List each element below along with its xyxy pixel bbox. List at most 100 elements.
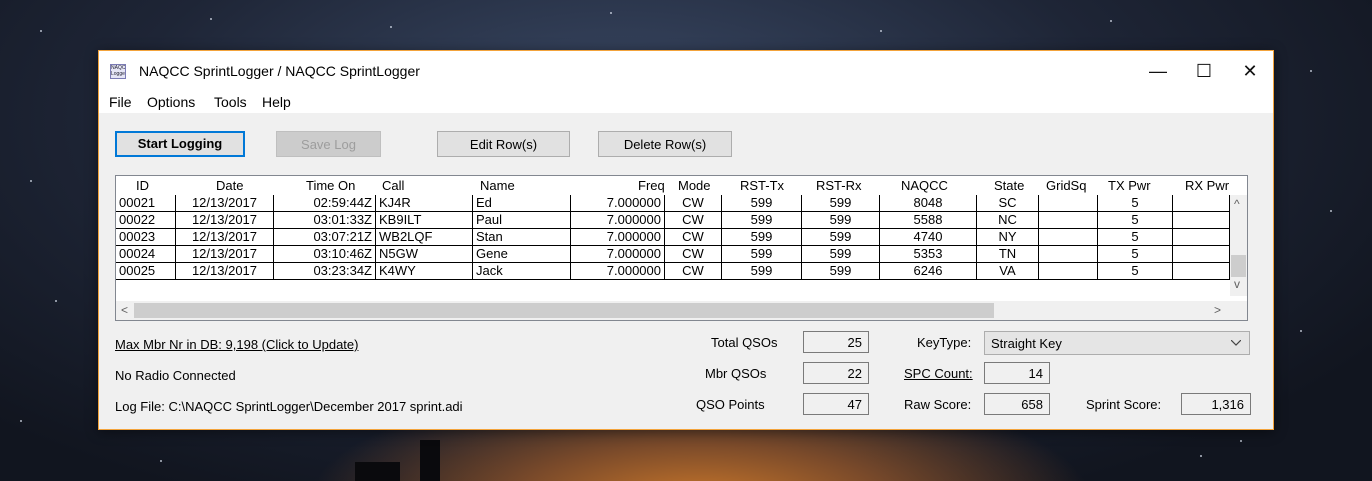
cell-freq[interactable]: 7.000000: [571, 263, 665, 280]
max-mbr-update-link[interactable]: Max Mbr Nr in DB: 9,198 (Click to Update…: [115, 337, 358, 352]
column-header-freq[interactable]: Freq: [638, 178, 665, 193]
cell-gridsq[interactable]: [1039, 263, 1098, 280]
column-header-mode[interactable]: Mode: [678, 178, 711, 193]
qso-log-grid[interactable]: ID Date Time On Call Name Freq Mode RST-…: [115, 175, 1248, 321]
cell-freq[interactable]: 7.000000: [571, 246, 665, 263]
minimize-button[interactable]: —: [1135, 51, 1181, 91]
cell-naqcc[interactable]: 6246: [880, 263, 977, 280]
cell-mode[interactable]: CW: [665, 212, 722, 229]
cell-gridsq[interactable]: [1039, 246, 1098, 263]
maximize-button[interactable]: ☐: [1181, 51, 1227, 91]
keytype-select[interactable]: Straight Key: [984, 331, 1250, 355]
cell-tx-pwr[interactable]: 5: [1098, 229, 1173, 246]
cell-tx-pwr[interactable]: 5: [1098, 246, 1173, 263]
cell-gridsq[interactable]: [1039, 229, 1098, 246]
cell-naqcc[interactable]: 5588: [880, 212, 977, 229]
cell-naqcc[interactable]: 8048: [880, 195, 977, 212]
cell-state[interactable]: NY: [977, 229, 1039, 246]
cell-id[interactable]: 00021: [116, 195, 176, 212]
cell-time-on[interactable]: 02:59:44Z: [274, 195, 376, 212]
cell-name[interactable]: Gene: [473, 246, 571, 263]
column-header-gridsq[interactable]: GridSq: [1046, 178, 1086, 193]
menu-tools[interactable]: Tools: [214, 94, 247, 110]
cell-rst-rx[interactable]: 599: [802, 195, 880, 212]
cell-name[interactable]: Stan: [473, 229, 571, 246]
cell-state[interactable]: TN: [977, 246, 1039, 263]
cell-rst-rx[interactable]: 599: [802, 263, 880, 280]
cell-call[interactable]: N5GW: [376, 246, 473, 263]
menu-options[interactable]: Options: [147, 94, 195, 110]
cell-call[interactable]: KB9ILT: [376, 212, 473, 229]
cell-state[interactable]: SC: [977, 195, 1039, 212]
edit-rows-button[interactable]: Edit Row(s): [437, 131, 570, 157]
table-row[interactable]: 00021 12/13/2017 02:59:44Z KJ4R Ed 7.000000 CW…: [116, 195, 1230, 212]
scroll-up-icon[interactable]: ^: [1234, 197, 1240, 211]
spc-count-link[interactable]: SPC Count:: [904, 366, 973, 381]
cell-freq[interactable]: 7.000000: [571, 229, 665, 246]
menu-file[interactable]: File: [109, 94, 132, 110]
cell-id[interactable]: 00024: [116, 246, 176, 263]
cell-mode[interactable]: CW: [665, 263, 722, 280]
cell-tx-pwr[interactable]: 5: [1098, 263, 1173, 280]
cell-id[interactable]: 00023: [116, 229, 176, 246]
scroll-down-icon[interactable]: v: [1234, 277, 1240, 291]
cell-date[interactable]: 12/13/2017: [176, 229, 274, 246]
cell-gridsq[interactable]: [1039, 212, 1098, 229]
cell-freq[interactable]: 7.000000: [571, 195, 665, 212]
cell-name[interactable]: Paul: [473, 212, 571, 229]
horizontal-scroll-thumb[interactable]: [134, 303, 994, 318]
table-row[interactable]: 00025 12/13/2017 03:23:34Z K4WY Jack 7.000000…: [116, 263, 1230, 280]
column-header-time-on[interactable]: Time On: [306, 178, 355, 193]
scroll-left-icon[interactable]: <: [121, 303, 128, 317]
close-button[interactable]: ✕: [1227, 51, 1273, 91]
cell-freq[interactable]: 7.000000: [571, 212, 665, 229]
menu-help[interactable]: Help: [262, 94, 291, 110]
cell-date[interactable]: 12/13/2017: [176, 195, 274, 212]
cell-call[interactable]: K4WY: [376, 263, 473, 280]
cell-rst-rx[interactable]: 599: [802, 229, 880, 246]
cell-rx-pwr[interactable]: [1173, 195, 1230, 212]
column-header-naqcc[interactable]: NAQCC: [901, 178, 948, 193]
cell-time-on[interactable]: 03:01:33Z: [274, 212, 376, 229]
save-log-button[interactable]: Save Log: [276, 131, 381, 157]
column-header-rx-pwr[interactable]: RX Pwr: [1185, 178, 1229, 193]
cell-time-on[interactable]: 03:23:34Z: [274, 263, 376, 280]
column-header-rst-rx[interactable]: RST-Rx: [816, 178, 862, 193]
cell-time-on[interactable]: 03:07:21Z: [274, 229, 376, 246]
cell-rst-tx[interactable]: 599: [722, 195, 802, 212]
cell-call[interactable]: WB2LQF: [376, 229, 473, 246]
column-header-name[interactable]: Name: [480, 178, 515, 193]
scroll-right-icon[interactable]: >: [1214, 303, 1221, 317]
table-row[interactable]: 00024 12/13/2017 03:10:46Z N5GW Gene 7.000000…: [116, 246, 1230, 263]
column-header-rst-tx[interactable]: RST-Tx: [740, 178, 784, 193]
vertical-scrollbar[interactable]: ^ v: [1230, 195, 1247, 296]
cell-date[interactable]: 12/13/2017: [176, 246, 274, 263]
cell-rst-tx[interactable]: 599: [722, 246, 802, 263]
column-header-tx-pwr[interactable]: TX Pwr: [1108, 178, 1151, 193]
cell-tx-pwr[interactable]: 5: [1098, 195, 1173, 212]
cell-time-on[interactable]: 03:10:46Z: [274, 246, 376, 263]
vertical-scroll-thumb[interactable]: [1231, 255, 1246, 277]
cell-rx-pwr[interactable]: [1173, 246, 1230, 263]
column-header-id[interactable]: ID: [136, 178, 149, 193]
column-header-date[interactable]: Date: [216, 178, 243, 193]
cell-mode[interactable]: CW: [665, 229, 722, 246]
table-row[interactable]: 00022 12/13/2017 03:01:33Z KB9ILT Paul 7.0000…: [116, 212, 1230, 229]
horizontal-scrollbar[interactable]: < >: [116, 301, 1247, 320]
cell-rst-rx[interactable]: 599: [802, 246, 880, 263]
delete-rows-button[interactable]: Delete Row(s): [598, 131, 732, 157]
cell-rst-tx[interactable]: 599: [722, 263, 802, 280]
cell-rx-pwr[interactable]: [1173, 263, 1230, 280]
cell-date[interactable]: 12/13/2017: [176, 212, 274, 229]
cell-state[interactable]: VA: [977, 263, 1039, 280]
cell-name[interactable]: Jack: [473, 263, 571, 280]
cell-date[interactable]: 12/13/2017: [176, 263, 274, 280]
cell-naqcc[interactable]: 4740: [880, 229, 977, 246]
cell-rst-tx[interactable]: 599: [722, 212, 802, 229]
column-header-state[interactable]: State: [994, 178, 1024, 193]
cell-rx-pwr[interactable]: [1173, 229, 1230, 246]
cell-state[interactable]: NC: [977, 212, 1039, 229]
cell-rst-tx[interactable]: 599: [722, 229, 802, 246]
cell-id[interactable]: 00025: [116, 263, 176, 280]
cell-mode[interactable]: CW: [665, 195, 722, 212]
